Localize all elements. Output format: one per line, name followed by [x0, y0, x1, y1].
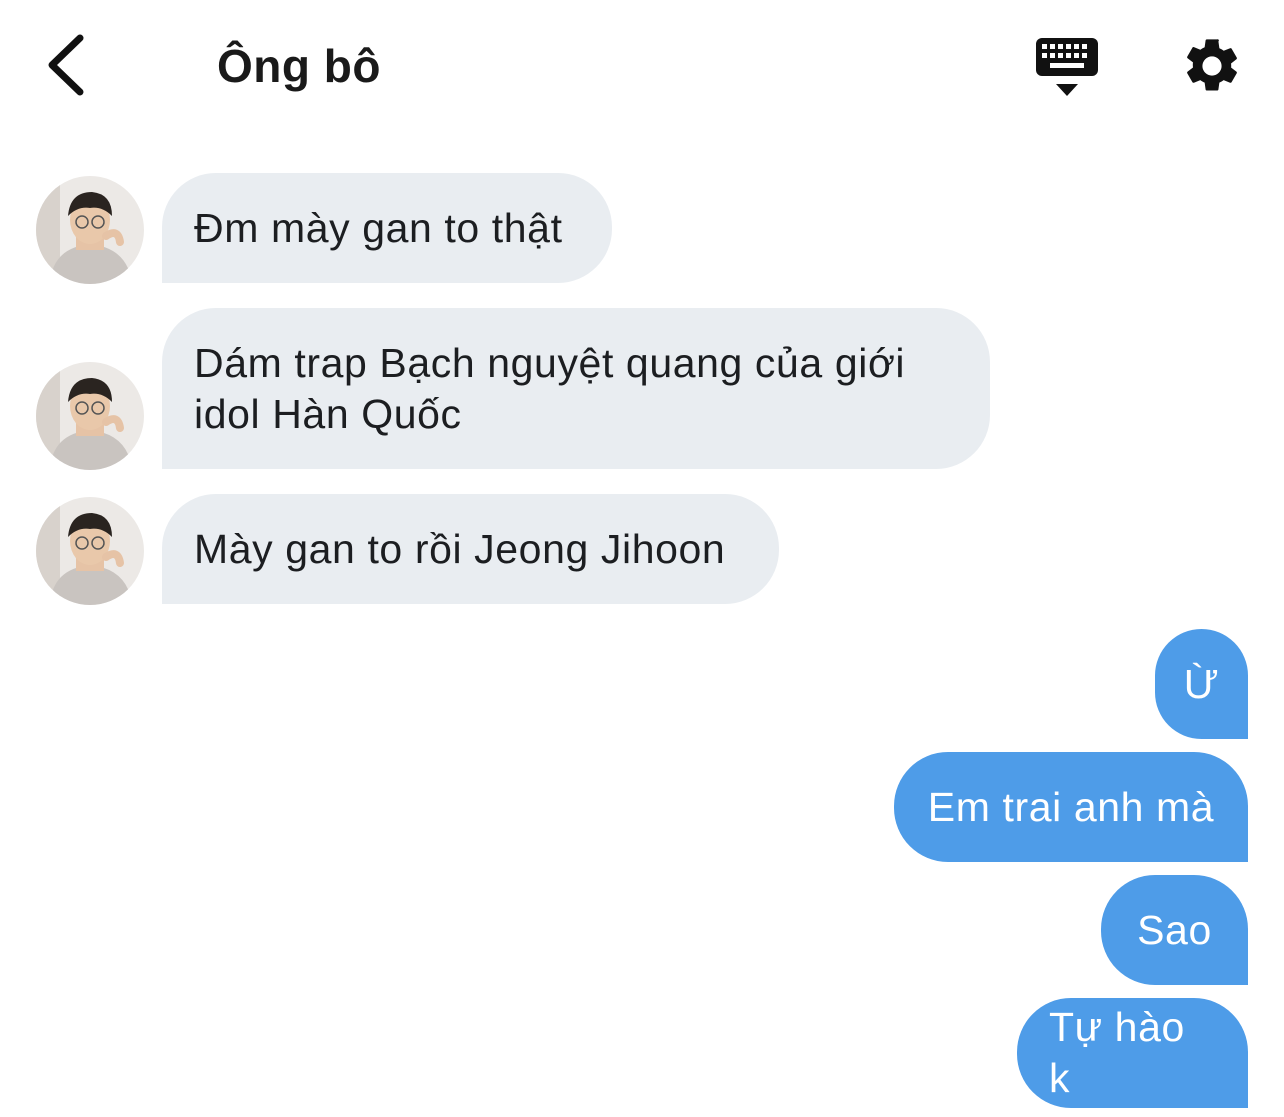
- message-text: Đm mày gan to thật: [194, 204, 563, 251]
- settings-button[interactable]: [1180, 34, 1244, 98]
- back-button[interactable]: [36, 30, 96, 100]
- outgoing-message[interactable]: Tự hào k: [1017, 998, 1248, 1108]
- outgoing-message[interactable]: Ừ: [1155, 629, 1248, 739]
- keyboard-button[interactable]: [1032, 34, 1104, 100]
- message-text: Em trai anh mà: [927, 783, 1215, 830]
- message-text: Tự hào k: [1049, 1004, 1185, 1101]
- message-text: Dám trap Bạch nguyệt quang của giới idol…: [194, 339, 906, 437]
- incoming-message[interactable]: Mày gan to rồi Jeong Jihoon: [162, 494, 779, 604]
- gear-icon: [1187, 39, 1237, 91]
- chevron-left-icon: [48, 34, 84, 96]
- chat-header: Ông bô: [0, 0, 1284, 130]
- keyboard-icon: [1036, 38, 1098, 96]
- message-text: Sao: [1137, 906, 1212, 953]
- message-text: Mày gan to rồi Jeong Jihoon: [194, 525, 726, 572]
- outgoing-message[interactable]: Em trai anh mà: [894, 752, 1248, 862]
- avatar[interactable]: [36, 362, 144, 470]
- outgoing-message[interactable]: Sao: [1101, 875, 1248, 985]
- chat-screen: Ông bô Đm mày gan to thật Dám trap Bạch …: [0, 0, 1284, 1117]
- avatar[interactable]: [36, 497, 144, 605]
- incoming-message[interactable]: Đm mày gan to thật: [162, 173, 612, 283]
- message-text: Ừ: [1183, 660, 1220, 707]
- avatar[interactable]: [36, 176, 144, 284]
- incoming-message[interactable]: Dám trap Bạch nguyệt quang của giới idol…: [162, 308, 990, 469]
- conversation-title: Ông bô: [217, 40, 381, 92]
